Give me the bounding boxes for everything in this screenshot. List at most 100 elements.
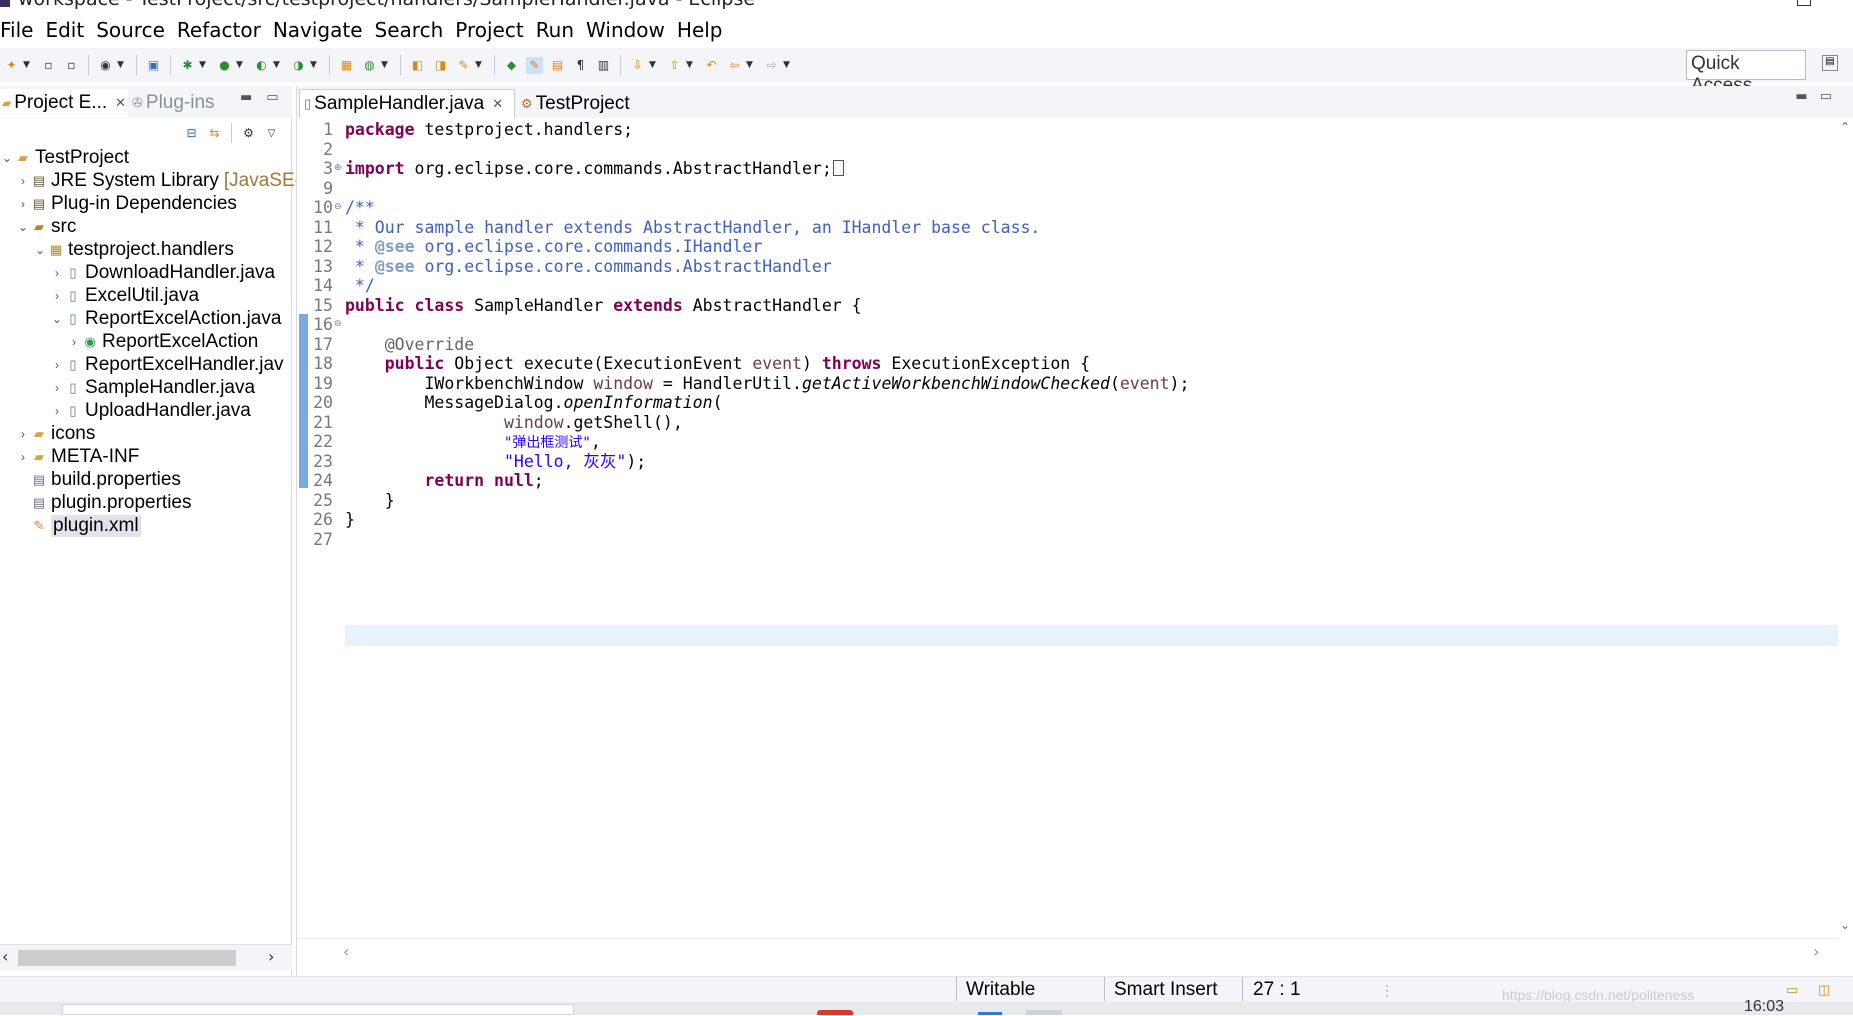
search-icon[interactable]: ✎ (455, 57, 472, 74)
open-task-icon[interactable]: ◨ (432, 57, 449, 74)
scroll-right-icon[interactable]: › (1813, 942, 1819, 961)
coverage-dropdown-icon[interactable]: ▼ (273, 60, 283, 70)
collapse-chevron-icon[interactable]: ⌄ (16, 220, 30, 234)
menu-help[interactable]: Help (671, 18, 729, 42)
editor-vertical-scrollbar[interactable]: ⌃ ⌄ (1838, 118, 1853, 938)
view-menu-icon[interactable]: ▽ (263, 125, 280, 142)
scroll-up-icon[interactable]: ⌃ (1840, 120, 1850, 134)
tab-testproject[interactable]: ⚙ TestProject (521, 89, 630, 118)
expand-chevron-icon[interactable]: › (16, 174, 30, 188)
expand-chevron-icon[interactable]: › (16, 450, 30, 464)
tab-samplehandler-java[interactable]: ▯ SampleHandler.java ✕ (299, 89, 515, 118)
scroll-down-icon[interactable]: ⌄ (1840, 918, 1850, 932)
previous-annotation-dropdown-icon[interactable]: ▼ (686, 60, 696, 70)
link-with-editor-icon[interactable]: ⇆ (206, 125, 223, 142)
scrollbar-thumb[interactable] (18, 950, 236, 966)
expand-chevron-icon[interactable]: › (16, 197, 30, 211)
tree-item-plugin-xml[interactable]: ✎ plugin.xml (16, 512, 141, 539)
scroll-right-icon[interactable]: › (268, 947, 274, 966)
taskbar-clock: 16:03 (1744, 998, 1785, 1015)
last-edit-location-icon[interactable]: ↶ (703, 57, 720, 74)
save-all-icon[interactable]: ▫ (63, 57, 80, 74)
close-icon[interactable]: ✕ (492, 96, 503, 112)
collapse-chevron-icon[interactable]: ⌄ (0, 151, 14, 165)
back-dropdown-icon[interactable]: ▼ (746, 60, 756, 70)
collapse-chevron-icon[interactable]: ⌄ (33, 243, 47, 257)
restore-window-icon[interactable] (1797, 0, 1811, 6)
show-whitespace-icon[interactable]: ¶ (572, 57, 589, 74)
scroll-left-icon[interactable]: ‹ (343, 942, 349, 961)
menu-refactor[interactable]: Refactor (171, 18, 267, 42)
debug-target-icon[interactable]: ◉ (97, 57, 114, 74)
collapse-chevron-icon[interactable]: ⌄ (50, 312, 64, 326)
new-icon[interactable]: ✦ (3, 57, 20, 74)
menu-run[interactable]: Run (530, 18, 580, 42)
progress-icon[interactable]: ◫ (1818, 977, 1830, 1003)
menu-file[interactable]: File (0, 18, 39, 42)
collapse-all-icon[interactable]: ⊟ (183, 125, 200, 142)
status-cursor-position[interactable]: 27 : 1 (1253, 977, 1301, 1003)
terminal-icon[interactable]: ▣ (145, 57, 162, 74)
status-insert-mode[interactable]: Smart Insert (1114, 977, 1217, 1003)
fold-collapse-icon[interactable]: ⊖ (334, 198, 342, 218)
expand-chevron-icon[interactable]: › (50, 358, 64, 372)
new-dropdown-icon[interactable]: ▼ (23, 60, 33, 70)
collapsed-imports-icon[interactable] (832, 160, 844, 176)
taskbar-search-box[interactable] (62, 1004, 574, 1015)
coverage-icon[interactable]: ◐ (253, 57, 270, 74)
expand-chevron-icon[interactable]: › (50, 381, 64, 395)
expand-chevron-icon[interactable]: › (67, 335, 81, 349)
new-java-project-icon[interactable]: ▦ (338, 57, 355, 74)
expand-chevron-icon[interactable]: › (50, 266, 64, 280)
minimize-maximize-icons[interactable]: ▬▭ (1795, 89, 1844, 104)
open-type-icon[interactable]: ◧ (409, 57, 426, 74)
filter-icon[interactable]: ⚙ (240, 125, 257, 142)
scroll-left-icon[interactable]: ‹ (2, 947, 8, 966)
open-perspective-icon[interactable]: ▤ (1822, 55, 1838, 71)
save-icon[interactable]: ▫ (40, 57, 57, 74)
java-source-editor[interactable]: 1 2 3 9 10 11 12 13 14 15 16 17 18 19 20… (297, 118, 1838, 938)
new-java-class-dropdown-icon[interactable]: ▼ (381, 60, 391, 70)
fold-expand-icon[interactable]: ⊕ (334, 159, 342, 179)
search-dropdown-icon[interactable]: ▼ (475, 60, 485, 70)
menu-search[interactable]: Search (369, 18, 450, 42)
previous-annotation-icon[interactable]: ⇧ (666, 57, 683, 74)
menu-edit[interactable]: Edit (39, 18, 90, 42)
minimize-maximize-icons[interactable]: ▬▭ (240, 90, 293, 105)
tab-plugins[interactable]: ✇ Plug-ins (132, 89, 215, 117)
notification-icon[interactable]: ▭ (1786, 977, 1798, 1003)
external-tools-icon[interactable]: ◑ (290, 57, 307, 74)
new-java-class-icon[interactable]: ◍ (361, 57, 378, 74)
editor-horizontal-scrollbar[interactable]: ‹ › (297, 938, 1838, 964)
close-icon[interactable]: ✕ (115, 95, 126, 111)
forward-dropdown-icon[interactable]: ▼ (783, 60, 793, 70)
external-tools-dropdown-icon[interactable]: ▼ (310, 60, 320, 70)
menu-project[interactable]: Project (449, 18, 529, 42)
tab-project-explorer[interactable]: ▰ Project E... ✕ (0, 89, 128, 117)
mark-occurrences-icon[interactable]: ✎ (526, 56, 543, 74)
code-line: package testproject.handlers; (345, 120, 634, 139)
block-selection-icon[interactable]: ▤ (549, 57, 566, 74)
debug-target-dropdown-icon[interactable]: ▼ (117, 60, 127, 70)
expand-chevron-icon[interactable]: › (16, 427, 30, 441)
run-dropdown-icon[interactable]: ▼ (236, 60, 246, 70)
debug-icon[interactable]: ✱ (179, 57, 196, 74)
next-annotation-dropdown-icon[interactable]: ▼ (649, 60, 659, 70)
taskbar-app-icon[interactable] (817, 1010, 853, 1015)
run-icon[interactable]: ● (216, 57, 233, 74)
debug-dropdown-icon[interactable]: ▼ (199, 60, 209, 70)
expand-chevron-icon[interactable]: › (50, 404, 64, 418)
show-source-icon[interactable]: ▥ (595, 57, 612, 74)
back-icon[interactable]: ⇦ (726, 57, 743, 74)
menu-source[interactable]: Source (90, 18, 171, 42)
toggle-breadcrumb-icon[interactable]: ◆ (503, 57, 520, 74)
fold-collapse-icon[interactable]: ⊖ (334, 315, 342, 335)
menu-window[interactable]: Window (580, 18, 671, 42)
explorer-horizontal-scrollbar[interactable]: ‹ › (0, 944, 292, 970)
taskbar-app-icon[interactable] (1026, 1010, 1062, 1015)
expand-chevron-icon[interactable]: › (50, 289, 64, 303)
menu-navigate[interactable]: Navigate (267, 18, 369, 42)
quick-access-field[interactable]: Quick Access (1686, 50, 1806, 96)
forward-icon[interactable]: ⇨ (763, 57, 780, 74)
next-annotation-icon[interactable]: ⇩ (629, 57, 646, 74)
